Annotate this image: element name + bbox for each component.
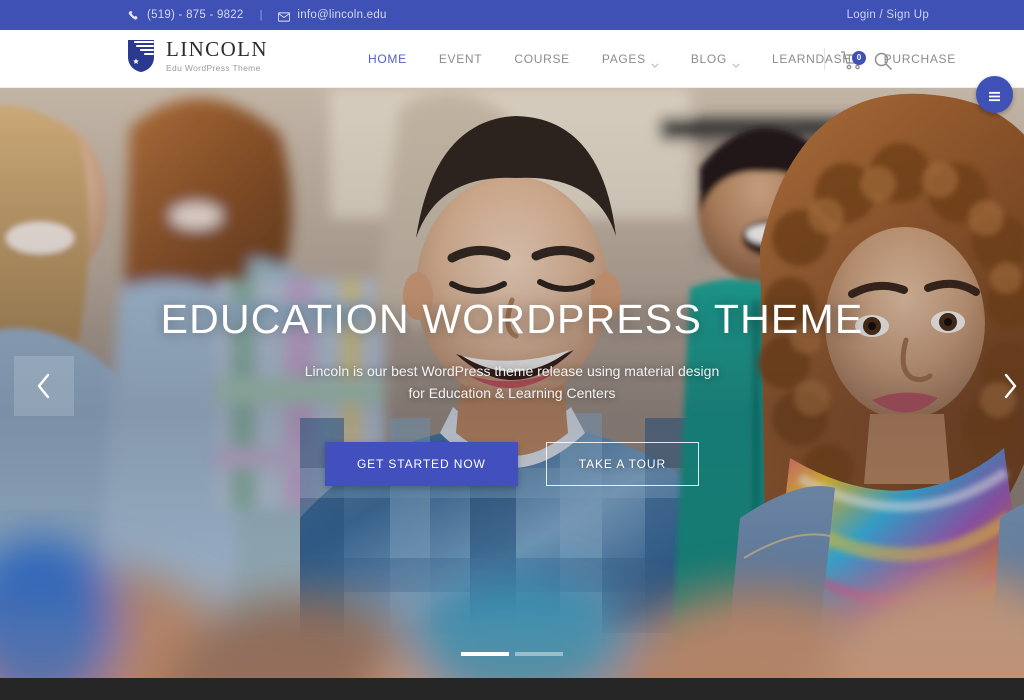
logo-name: LINCOLN — [166, 37, 268, 61]
nav-item-home[interactable]: HOME — [352, 30, 423, 88]
login-signup-link[interactable]: Login / Sign Up — [847, 0, 929, 30]
top-bar: (519) - 875 - 9822 | info@lincoln.edu Lo… — [0, 0, 1024, 30]
get-started-button[interactable]: GET STARTED NOW — [324, 442, 518, 486]
hero-subtitle: Lincoln is our best WordPress theme rele… — [305, 360, 720, 404]
search-icon[interactable] — [873, 51, 893, 71]
topbar-separator: | — [259, 9, 263, 21]
chevron-down-icon — [651, 57, 659, 68]
logo-tagline: Edu WordPress Theme — [166, 63, 261, 73]
nav-item-pages[interactable]: PAGES — [586, 30, 675, 88]
site-logo[interactable]: LINCOLN Edu WordPress Theme — [126, 39, 268, 73]
nav-item-event[interactable]: EVENT — [423, 30, 499, 88]
slider-next-button[interactable] — [980, 356, 1024, 416]
shield-logo-icon — [126, 39, 156, 73]
nav-item-course[interactable]: COURSE — [498, 30, 586, 88]
nav-label: COURSE — [514, 52, 570, 66]
chevron-left-icon — [36, 373, 52, 399]
header-divider — [824, 48, 825, 70]
nav-label: PURCHASE — [883, 52, 956, 66]
top-bar-account: Login / Sign Up — [847, 0, 1024, 30]
slider-prev-button[interactable] — [14, 356, 74, 416]
nav-item-blog[interactable]: BLOG — [675, 30, 756, 88]
take-a-tour-button[interactable]: TAKE A TOUR — [545, 442, 700, 486]
floating-menu-button[interactable] — [976, 76, 1013, 113]
chevron-down-icon — [732, 57, 740, 68]
hero-content: EDUCATION WORDPRESS THEME Lincoln is our… — [0, 88, 1024, 678]
email-contact[interactable]: info@lincoln.edu — [278, 0, 386, 30]
chevron-right-icon — [1002, 373, 1018, 399]
hamburger-menu-icon — [987, 89, 1002, 102]
nav-label: BLOG — [690, 52, 727, 66]
hero-subtitle-line1: Lincoln is our best WordPress theme rele… — [304, 363, 720, 379]
cart-count-badge: 0 — [852, 51, 866, 65]
nav-label: EVENT — [438, 52, 483, 66]
hero-cta-group: GET STARTED NOW TAKE A TOUR — [324, 442, 700, 486]
nav-label: PAGES — [601, 52, 646, 66]
phone-icon — [128, 9, 140, 21]
nav-label: HOME — [368, 52, 407, 66]
mail-icon — [278, 9, 291, 22]
hero-subtitle-line2: for Education & Learning Centers — [408, 385, 616, 401]
top-bar-contact-info: (519) - 875 - 9822 | info@lincoln.edu — [128, 0, 387, 30]
email-address: info@lincoln.edu — [297, 9, 387, 21]
phone-contact[interactable]: (519) - 875 - 9822 — [128, 0, 244, 30]
footer-strip — [0, 678, 1024, 700]
slider-pagination — [0, 652, 1024, 656]
phone-number: (519) - 875 - 9822 — [147, 9, 244, 21]
hero-slider: EDUCATION WORDPRESS THEME Lincoln is our… — [0, 88, 1024, 678]
slider-dot-2[interactable] — [515, 652, 563, 656]
hero-title: EDUCATION WORDPRESS THEME — [160, 296, 864, 342]
site-header: LINCOLN Edu WordPress Theme HOME EVENT C… — [0, 30, 1024, 88]
slider-dot-1[interactable] — [461, 652, 509, 656]
